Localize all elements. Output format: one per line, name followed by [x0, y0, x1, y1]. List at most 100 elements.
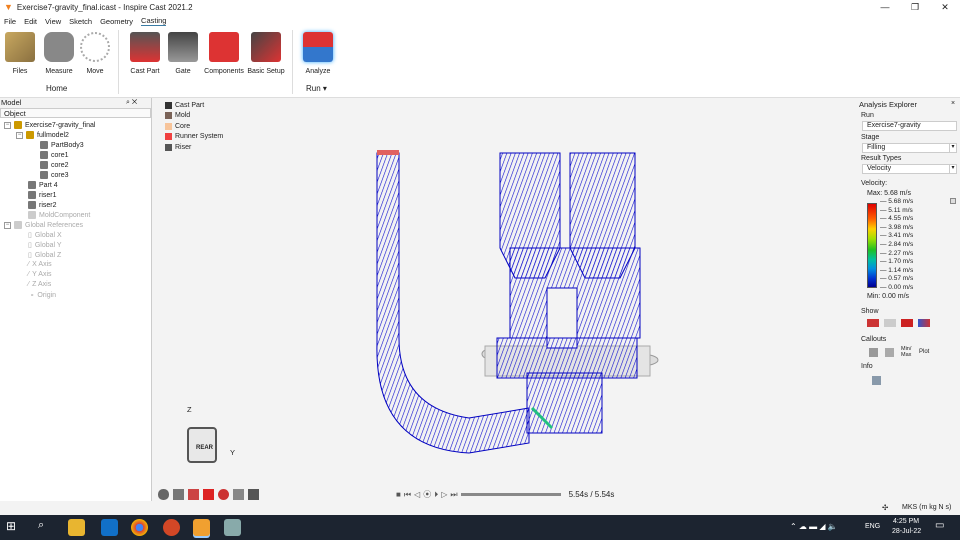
tree-item[interactable]: core1: [40, 151, 69, 159]
probe-icon[interactable]: [869, 348, 878, 357]
menu-file[interactable]: File: [4, 17, 16, 26]
tree-item[interactable]: ⁄ X Axis: [28, 261, 52, 268]
scale-tick-label: — 0.00 m/s: [880, 284, 914, 291]
menu-sketch[interactable]: Sketch: [69, 17, 92, 26]
tree-item[interactable]: ▯ Global Z: [28, 251, 61, 260]
3d-viewport[interactable]: [152, 98, 855, 501]
gate-button[interactable]: Gate: [168, 32, 198, 75]
record-icon[interactable]: ⦿: [423, 489, 431, 500]
app-icon[interactable]: [224, 519, 241, 536]
components-icon: [209, 32, 239, 62]
visibility-icon[interactable]: [158, 489, 169, 500]
view-cube-face[interactable]: REAR: [196, 445, 213, 451]
callouts-label: Callouts: [861, 336, 887, 343]
units-selector[interactable]: MKS (m kg N s): [902, 504, 951, 511]
menu-view[interactable]: View: [45, 17, 61, 26]
basic-setup-button[interactable]: Basic Setup: [246, 32, 286, 75]
notifications-icon[interactable]: ▭: [935, 520, 944, 531]
ribbon: Files Measure Move Home Cast Part Gate C…: [0, 28, 960, 98]
model-browser: Model ⌕ ✕ Object − Exercise7-gravity_fina…: [0, 98, 152, 501]
windows-start-icon[interactable]: ⊞: [6, 519, 23, 536]
plot-button[interactable]: Plot: [919, 349, 929, 355]
move-icon: [80, 32, 110, 62]
tree-item[interactable]: ∘ Origin: [30, 291, 56, 300]
time-readout: 5.54s / 5.54s: [568, 490, 615, 499]
cast-part-button[interactable]: Cast Part: [128, 32, 162, 75]
step-back-icon[interactable]: ◁: [414, 490, 420, 499]
tree-item[interactable]: riser2: [28, 201, 57, 209]
maximize-button[interactable]: ❐: [900, 0, 930, 14]
analyze-button[interactable]: Analyze: [300, 32, 336, 75]
panel-controls-icon[interactable]: ⌕ ✕: [126, 99, 137, 107]
tree-item[interactable]: PartBody3: [40, 141, 84, 149]
show-mold-icon[interactable]: [884, 319, 896, 327]
tray-icons[interactable]: ⌃ ☁ ▬ ◢ 🔈: [790, 522, 838, 531]
move-button[interactable]: Move: [80, 32, 110, 75]
section-callout-icon[interactable]: [885, 348, 894, 357]
section-icon[interactable]: [188, 489, 199, 500]
show-runner-icon[interactable]: [901, 319, 913, 327]
tree-item[interactable]: ▯ Global Y: [28, 241, 62, 250]
box-select-icon[interactable]: [203, 489, 214, 500]
clock-time[interactable]: 4:25 PM: [893, 518, 919, 525]
taskbar: ⊞ ⌕ ⌃ ☁ ▬ ◢ 🔈 ENG 4:25 PM 28-Jul-22 ▭: [0, 515, 960, 540]
cube-view-icon[interactable]: [248, 489, 259, 500]
run-label: Run: [861, 112, 874, 119]
camera-icon[interactable]: [173, 489, 184, 500]
scale-tick-label: — 0.57 m/s: [880, 275, 914, 283]
menu-geometry[interactable]: Geometry: [100, 17, 133, 26]
file-explorer-icon[interactable]: [68, 519, 85, 536]
home-group-label: Home: [46, 84, 68, 93]
menu-edit[interactable]: Edit: [24, 17, 37, 26]
close-icon[interactable]: ×: [951, 100, 955, 107]
stage-label: Stage: [861, 134, 880, 141]
powerpoint-icon[interactable]: [163, 519, 180, 536]
inspire-cast-icon[interactable]: [193, 519, 210, 536]
tree-item[interactable]: core3: [40, 171, 69, 179]
result-type-select[interactable]: Velocity ▾: [862, 164, 957, 174]
render-icon[interactable]: [233, 489, 244, 500]
tree-item[interactable]: Part 4: [28, 181, 58, 189]
run-group-label[interactable]: Run ▾: [306, 84, 327, 93]
menu-bar: File Edit View Sketch Geometry Casting: [0, 14, 960, 28]
show-core-icon[interactable]: [918, 319, 930, 327]
tree-item[interactable]: ▯ Global X: [28, 231, 62, 240]
skip-start-icon[interactable]: ⏮: [404, 490, 411, 500]
tree-item[interactable]: MoldComponent: [28, 211, 90, 219]
language-indicator[interactable]: ENG: [865, 523, 880, 530]
z-axis-label: Z: [187, 405, 192, 414]
info-icon[interactable]: [872, 376, 881, 385]
scale-tick-label: — 1.70 m/s: [880, 258, 914, 266]
tree-item[interactable]: riser1: [28, 191, 57, 199]
zoom-icon[interactable]: [218, 489, 229, 500]
run-field[interactable]: Exercise7-gravity: [862, 121, 957, 131]
min-max-button[interactable]: Min/ Max: [901, 346, 913, 358]
skip-end-icon[interactable]: ⏭: [450, 490, 457, 500]
play-icon[interactable]: ⏵: [434, 490, 438, 500]
minimize-button[interactable]: —: [870, 0, 900, 14]
time-slider[interactable]: [460, 493, 561, 496]
outlook-icon[interactable]: [101, 519, 118, 536]
tree-item[interactable]: − fullmodel2: [16, 131, 69, 139]
clock-date[interactable]: 28-Jul-22: [892, 528, 921, 535]
measure-button[interactable]: Measure: [42, 32, 76, 75]
gate-icon: [168, 32, 198, 62]
tree-item[interactable]: − Global References: [4, 221, 83, 229]
stage-select[interactable]: Filling ▾: [862, 143, 957, 153]
close-button[interactable]: ✕: [930, 0, 960, 14]
show-part-icon[interactable]: [867, 319, 879, 327]
tree-item[interactable]: ⁄ Z Axis: [28, 281, 51, 288]
step-forward-icon[interactable]: ▷: [441, 490, 447, 499]
files-button[interactable]: Files: [4, 32, 36, 75]
tree-item[interactable]: − Exercise7-gravity_final: [4, 121, 95, 129]
search-icon[interactable]: ⌕: [38, 519, 55, 536]
chrome-icon[interactable]: [131, 519, 148, 536]
snap-icon[interactable]: ✣: [882, 503, 888, 512]
options-button[interactable]: [950, 198, 956, 204]
components-button[interactable]: Components: [204, 32, 244, 75]
menu-casting[interactable]: Casting: [141, 16, 167, 26]
object-column-header[interactable]: Object: [0, 108, 151, 118]
tree-item[interactable]: core2: [40, 161, 69, 169]
tree-item[interactable]: ⁄ Y Axis: [28, 271, 52, 278]
menu-icon[interactable]: ■: [396, 490, 401, 499]
